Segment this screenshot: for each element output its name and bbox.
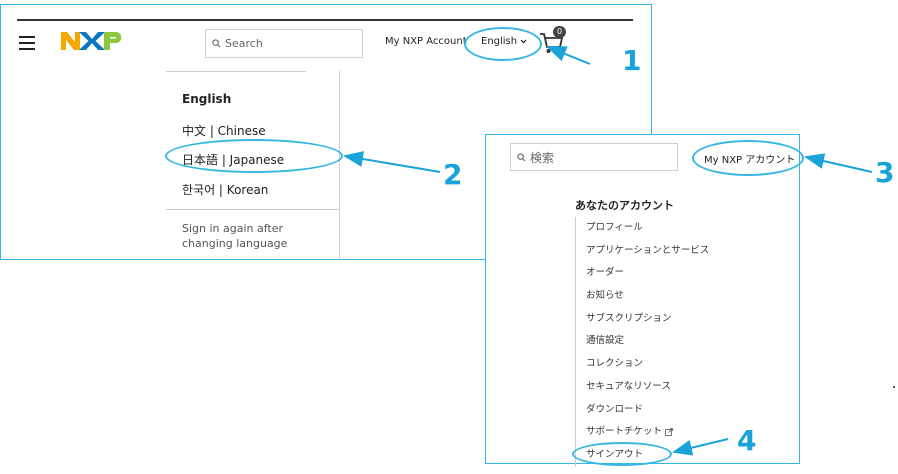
account-menu-item-downloads[interactable]: ダウンロード <box>576 399 786 422</box>
callout-number-2: 2 <box>443 158 463 191</box>
search-icon <box>212 39 221 48</box>
my-account-link[interactable]: My NXP Account <box>385 36 467 47</box>
account-menu-item-notifications[interactable]: お知らせ <box>576 285 786 308</box>
dropdown-divider <box>166 209 339 210</box>
account-menu-item-profile[interactable]: プロフィール <box>576 217 786 240</box>
jp-search-placeholder: 検索 <box>530 150 555 165</box>
account-menu-item-applications[interactable]: アプリケーションとサービス <box>576 240 786 263</box>
support-tickets-label: サポートチケット <box>586 426 663 438</box>
menu-icon[interactable] <box>19 36 35 50</box>
account-menu-heading: あなたのアカウント <box>575 199 674 212</box>
search-input[interactable]: Search <box>205 29 363 58</box>
callout-highlight-language <box>464 27 542 61</box>
language-option-korean[interactable]: 한국어 | Korean <box>182 181 268 198</box>
callout-number-1: 1 <box>622 44 642 77</box>
callout-number-3: 3 <box>875 156 895 189</box>
callout-highlight-account <box>692 140 804 176</box>
jp-search-input[interactable]: 検索 <box>510 143 678 171</box>
search-placeholder: Search <box>225 37 263 50</box>
dropdown-tab-edge <box>166 71 306 78</box>
nxp-logo[interactable] <box>60 29 124 53</box>
cart-count-badge: 0 <box>553 26 566 38</box>
account-menu-item-communication-settings[interactable]: 通信設定 <box>576 330 786 353</box>
language-option-english[interactable]: English <box>182 92 231 106</box>
stray-dot <box>893 386 895 388</box>
account-menu-item-orders[interactable]: オーダー <box>576 262 786 285</box>
callout-highlight-sign-out <box>572 442 672 466</box>
japanese-account-panel: 検索 My NXP アカウント あなたのアカウント プロフィール アプリケーショ… <box>485 134 804 467</box>
search-icon <box>517 152 526 161</box>
account-menu-item-secure-resources[interactable]: セキュアなリソース <box>576 376 786 399</box>
external-link-icon <box>665 427 673 436</box>
account-menu-item-collections[interactable]: コレクション <box>576 353 786 376</box>
account-menu-item-subscriptions[interactable]: サブスクリプション <box>576 308 786 331</box>
language-change-note: Sign in again after changing language <box>182 222 288 250</box>
callout-highlight-japanese <box>165 139 343 173</box>
callout-number-4: 4 <box>737 424 757 457</box>
callout-arrow-3 <box>804 153 873 173</box>
language-option-chinese[interactable]: 中文 | Chinese <box>182 122 266 139</box>
header-top-rule <box>17 19 633 21</box>
